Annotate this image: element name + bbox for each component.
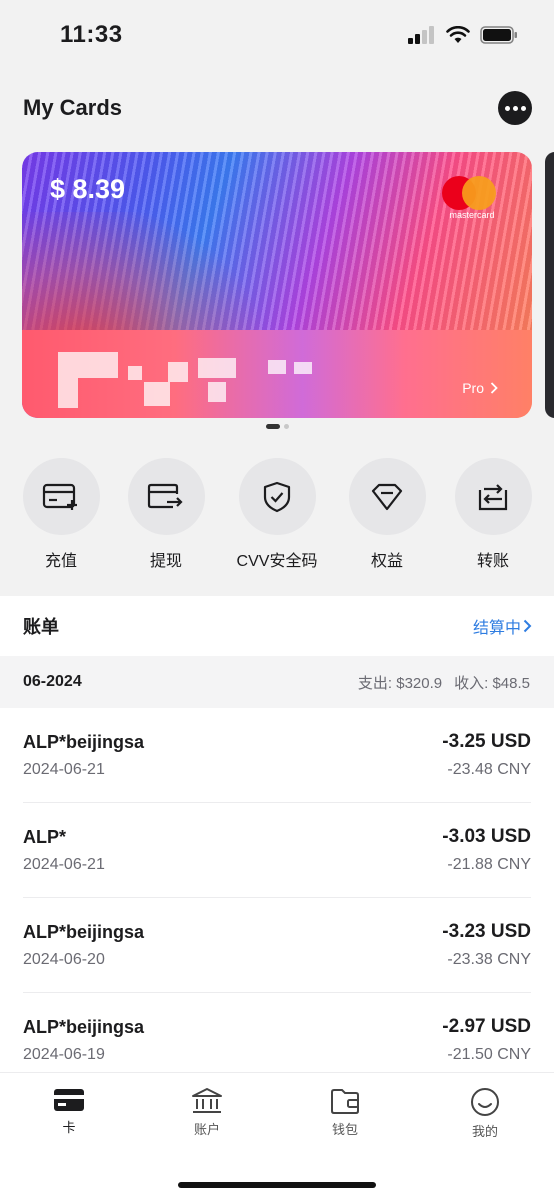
month-summary-bar: 06-2024 支出: $320.9 收入: $48.5 bbox=[0, 656, 554, 708]
more-dot bbox=[512, 105, 518, 111]
page-title: My Cards bbox=[23, 95, 123, 120]
signal-icon bbox=[408, 26, 434, 44]
month-label: 06-2024 bbox=[23, 673, 82, 690]
transaction-merchant: ALP*beijingsa bbox=[23, 1016, 145, 1037]
tab-label: 我的 bbox=[471, 1124, 498, 1139]
transaction-row[interactable]: ALP*beijingsa 2024-06-21 -3.25 USD -23.4… bbox=[23, 708, 531, 803]
transaction-date: 2024-06-19 bbox=[23, 1045, 105, 1063]
card-icon bbox=[54, 1089, 84, 1111]
card-tier-link[interactable]: Pro bbox=[462, 380, 498, 396]
transaction-amount-cny: -23.38 CNY bbox=[447, 951, 531, 968]
bills-section: 账单 结算中 06-2024 支出: $320.9 收入: $48.5 ALP*… bbox=[0, 596, 554, 1088]
transaction-merchant: ALP*beijingsa bbox=[23, 731, 145, 752]
month-totals: 支出: $320.9 收入: $48.5 bbox=[358, 672, 530, 693]
expense-total: 支出: $320.9 bbox=[357, 674, 443, 692]
transfer-icon bbox=[478, 483, 508, 510]
transaction-merchant: ALP* bbox=[23, 826, 67, 847]
action-label: CVV安全码 bbox=[236, 553, 318, 570]
bank-icon bbox=[192, 1088, 222, 1113]
transaction-amount-cny: -21.50 CNY bbox=[447, 1046, 531, 1063]
quick-actions: 充值 提现 CVV安全码 权益 转账 bbox=[0, 458, 554, 571]
card-tier-label: Pro bbox=[462, 380, 484, 396]
status-bar: 11:33 bbox=[0, 0, 554, 70]
transaction-amount-cny: -21.88 CNY bbox=[447, 856, 531, 873]
chevron-right-icon bbox=[490, 382, 498, 394]
indicator-dot bbox=[283, 424, 289, 429]
transaction-row[interactable]: ALP* 2024-06-21 -3.03 USD -21.88 CNY bbox=[23, 803, 531, 898]
header: My Cards bbox=[0, 84, 554, 132]
action-top-up[interactable]: 充值 bbox=[6, 458, 116, 571]
status-icons bbox=[408, 26, 518, 44]
tab-wallet[interactable]: 钱包 bbox=[300, 1087, 390, 1138]
transaction-row[interactable]: ALP*beijingsa 2024-06-20 -3.23 USD -23.3… bbox=[23, 898, 531, 993]
more-button[interactable] bbox=[498, 91, 532, 125]
action-cvv[interactable]: CVV安全码 bbox=[222, 458, 332, 571]
shield-check-icon bbox=[263, 481, 291, 512]
more-dot bbox=[504, 105, 510, 111]
next-card-peek[interactable] bbox=[545, 152, 554, 418]
battery-icon bbox=[480, 26, 517, 44]
transaction-amount-cny: -23.48 CNY bbox=[447, 761, 531, 778]
bank-card[interactable]: $ 8.39 mastercard Pro bbox=[22, 152, 532, 418]
tab-label: 钱包 bbox=[331, 1122, 358, 1137]
card-number-mosaic bbox=[58, 352, 318, 412]
tab-account[interactable]: 账户 bbox=[162, 1087, 252, 1138]
tab-card[interactable]: 卡 bbox=[24, 1087, 114, 1136]
action-label: 提现 bbox=[149, 553, 182, 570]
mastercard-text: mastercard bbox=[449, 210, 495, 220]
transaction-date: 2024-06-21 bbox=[23, 760, 105, 778]
bills-title: 账单 bbox=[23, 617, 59, 637]
action-label: 转账 bbox=[476, 553, 509, 570]
transaction-amount: -3.23 USD bbox=[442, 921, 531, 942]
transaction-amount: -2.97 USD bbox=[442, 1016, 531, 1037]
smiley-icon bbox=[471, 1088, 499, 1116]
income-total: 收入: $48.5 bbox=[454, 674, 530, 692]
card-withdraw-icon bbox=[147, 483, 183, 508]
tab-label: 账户 bbox=[193, 1122, 220, 1137]
mastercard-logo: mastercard bbox=[442, 176, 498, 220]
card-carousel[interactable]: $ 8.39 mastercard Pro bbox=[0, 152, 554, 422]
diamond-icon bbox=[371, 483, 403, 510]
transaction-amount: -3.25 USD bbox=[442, 731, 531, 752]
tab-label: 卡 bbox=[62, 1120, 76, 1135]
bills-status-label: 结算中 bbox=[472, 620, 521, 637]
action-transfer[interactable]: 转账 bbox=[438, 458, 548, 571]
action-label: 权益 bbox=[370, 553, 403, 570]
transaction-date: 2024-06-21 bbox=[23, 855, 105, 873]
more-dot bbox=[520, 105, 526, 111]
transaction-merchant: ALP*beijingsa bbox=[23, 921, 145, 942]
tab-me[interactable]: 我的 bbox=[440, 1087, 530, 1140]
action-withdraw[interactable]: 提现 bbox=[111, 458, 221, 571]
action-label: 充值 bbox=[44, 553, 77, 570]
home-indicator[interactable] bbox=[178, 1182, 376, 1188]
action-benefits[interactable]: 权益 bbox=[332, 458, 442, 571]
carousel-indicator bbox=[0, 424, 554, 429]
indicator-dot-active bbox=[265, 424, 280, 429]
bills-header: 账单 结算中 bbox=[0, 596, 554, 656]
transaction-date: 2024-06-20 bbox=[23, 950, 105, 968]
transaction-amount: -3.03 USD bbox=[442, 826, 531, 847]
wallet-icon bbox=[331, 1089, 359, 1114]
wifi-icon bbox=[446, 26, 470, 43]
status-time: 11:33 bbox=[60, 21, 123, 48]
bottom-tab-bar: 卡 账户 钱包 我的 bbox=[0, 1072, 554, 1200]
card-balance: $ 8.39 bbox=[50, 174, 126, 204]
bills-status-link[interactable]: 结算中 bbox=[473, 614, 532, 638]
chevron-right-icon bbox=[523, 619, 532, 633]
card-plus-icon bbox=[42, 483, 77, 510]
